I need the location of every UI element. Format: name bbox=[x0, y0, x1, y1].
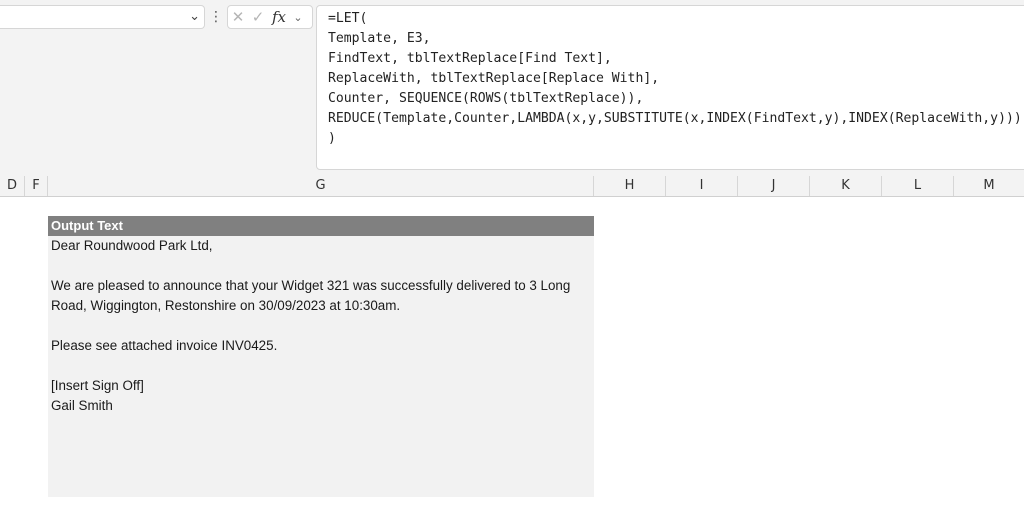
formula-bar-area: ⌄ ⋮ ✕ ✓ fx ⌄ =LET( Template, E3, FindTex… bbox=[0, 0, 1024, 176]
formula-line[interactable]: =LET( bbox=[328, 9, 1024, 29]
column-header-l[interactable]: L bbox=[882, 176, 954, 196]
output-header[interactable]: Output Text bbox=[48, 216, 594, 236]
check-icon[interactable]: ✓ bbox=[248, 6, 268, 28]
output-line: [Insert Sign Off] bbox=[51, 378, 144, 393]
formula-line[interactable]: FindText, tblTextReplace[Find Text], bbox=[328, 49, 1024, 69]
formula-line[interactable]: Counter, SEQUENCE(ROWS(tblTextReplace)), bbox=[328, 89, 1024, 109]
more-options-icon[interactable]: ⋮ bbox=[209, 5, 223, 29]
output-line bbox=[51, 356, 581, 376]
formula-input[interactable]: =LET( Template, E3, FindText, tblTextRep… bbox=[316, 5, 1024, 170]
column-header-g[interactable]: G bbox=[48, 176, 594, 196]
x-icon[interactable]: ✕ bbox=[228, 6, 248, 28]
formula-controls: ✕ ✓ fx ⌄ bbox=[227, 5, 313, 29]
column-header-k[interactable]: K bbox=[810, 176, 882, 196]
output-line: Dear Roundwood Park Ltd, bbox=[51, 238, 213, 253]
output-line bbox=[51, 256, 581, 276]
formula-line[interactable]: ) bbox=[328, 129, 1024, 149]
column-header-m[interactable]: M bbox=[954, 176, 1024, 196]
column-header-f[interactable]: F bbox=[25, 176, 48, 196]
output-line: We are pleased to announce that your Wid… bbox=[51, 278, 571, 293]
output-cell[interactable]: Output Text Dear Roundwood Park Ltd, We … bbox=[48, 216, 594, 497]
output-line: Road, Wiggington, Restonshire on 30/09/2… bbox=[51, 298, 401, 313]
column-header-h[interactable]: H bbox=[594, 176, 666, 196]
name-box[interactable]: ⌄ bbox=[0, 5, 205, 29]
chevron-down-icon[interactable]: ⌄ bbox=[189, 9, 200, 24]
output-line bbox=[51, 316, 581, 336]
column-header-i[interactable]: I bbox=[666, 176, 738, 196]
formula-line[interactable]: ReplaceWith, tblTextReplace[Replace With… bbox=[328, 69, 1024, 89]
output-line: Please see attached invoice INV0425. bbox=[51, 338, 278, 353]
output-text: Dear Roundwood Park Ltd, We are pleased … bbox=[51, 236, 581, 416]
formula-line[interactable]: REDUCE(Template,Counter,LAMBDA(x,y,SUBST… bbox=[328, 109, 1024, 129]
column-header-j[interactable]: J bbox=[738, 176, 810, 196]
column-header-d[interactable]: D bbox=[0, 176, 25, 196]
output-line: Gail Smith bbox=[51, 398, 113, 413]
chevron-down-icon[interactable]: ⌄ bbox=[290, 11, 306, 24]
column-headers: D F G H I J K L M bbox=[0, 176, 1024, 197]
insert-function-button[interactable]: fx bbox=[268, 8, 290, 26]
formula-line[interactable]: Template, E3, bbox=[328, 29, 1024, 49]
